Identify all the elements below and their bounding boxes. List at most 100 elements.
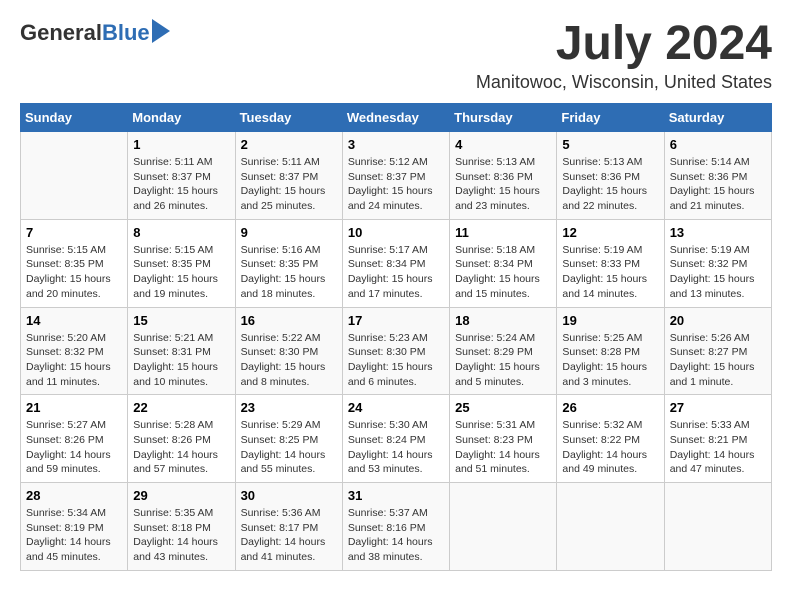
calendar-cell: 8Sunrise: 5:15 AMSunset: 8:35 PMDaylight… [128,219,235,307]
day-number: 11 [455,225,551,240]
calendar-week-row: 14 Sunrise: 5:20 AMSunset: 8:32 PMDayligh… [21,307,772,395]
day-info: Sunrise: 5:15 AMSunset: 8:35 PMDaylight:… [133,243,229,302]
day-info: Sunrise: 5:12 AMSunset: 8:37 PMDaylight:… [348,155,444,214]
day-info: Sunrise: 5:11 AMSunset: 8:37 PMDaylight:… [241,155,337,214]
calendar-cell: 9Sunrise: 5:16 AMSunset: 8:35 PMDaylight… [235,219,342,307]
day-info: Sunrise: 5:13 AMSunset: 8:36 PMDaylight:… [562,155,658,214]
calendar-cell: 4Sunrise: 5:13 AMSunset: 8:36 PMDaylight… [450,132,557,220]
calendar-cell: 2 Sunrise: 5:11 AMSunset: 8:37 PMDaylight… [235,132,342,220]
calendar-cell: 24Sunrise: 5:30 AMSunset: 8:24 PMDayligh… [342,395,449,483]
logo: General Blue [20,20,170,46]
logo-blue-text: Blue [102,20,150,46]
calendar-cell: 29 Sunrise: 5:35 AMSunset: 8:18 PMDayligh… [128,483,235,571]
day-info: Sunrise: 5:15 AMSunset: 8:35 PMDaylight:… [26,243,122,302]
calendar-cell: 10 Sunrise: 5:17 AMSunset: 8:34 PMDayligh… [342,219,449,307]
day-info: Sunrise: 5:21 AMSunset: 8:31 PMDaylight:… [133,331,229,390]
day-info: Sunrise: 5:36 AMSunset: 8:17 PMDaylight:… [241,506,337,565]
calendar-cell: 26 Sunrise: 5:32 AMSunset: 8:22 PMDayligh… [557,395,664,483]
day-number: 28 [26,488,122,503]
calendar-cell [450,483,557,571]
weekday-header-row: SundayMondayTuesdayWednesdayThursdayFrid… [21,104,772,132]
calendar-cell: 22 Sunrise: 5:28 AMSunset: 8:26 PMDayligh… [128,395,235,483]
weekday-header-monday: Monday [128,104,235,132]
day-info: Sunrise: 5:20 AMSunset: 8:32 PMDaylight:… [26,331,122,390]
weekday-header-sunday: Sunday [21,104,128,132]
calendar-cell: 25 Sunrise: 5:31 AMSunset: 8:23 PMDayligh… [450,395,557,483]
calendar-week-row: 7 Sunrise: 5:15 AMSunset: 8:35 PMDaylight… [21,219,772,307]
calendar-cell: 17Sunrise: 5:23 AMSunset: 8:30 PMDayligh… [342,307,449,395]
day-number: 20 [670,313,766,328]
day-number: 2 [241,137,337,152]
day-number: 29 [133,488,229,503]
day-number: 5 [562,137,658,152]
weekday-header-tuesday: Tuesday [235,104,342,132]
calendar-cell: 31 Sunrise: 5:37 AMSunset: 8:16 PMDayligh… [342,483,449,571]
day-number: 31 [348,488,444,503]
calendar-cell: 27 Sunrise: 5:33 AMSunset: 8:21 PMDayligh… [664,395,771,483]
day-info: Sunrise: 5:17 AMSunset: 8:34 PMDaylight:… [348,243,444,302]
day-number: 26 [562,400,658,415]
logo-general-text: General [20,20,102,46]
day-info: Sunrise: 5:14 AMSunset: 8:36 PMDaylight:… [670,155,766,214]
day-info: Sunrise: 5:25 AMSunset: 8:28 PMDaylight:… [562,331,658,390]
day-number: 14 [26,313,122,328]
calendar-cell: 3 Sunrise: 5:12 AMSunset: 8:37 PMDaylight… [342,132,449,220]
day-number: 30 [241,488,337,503]
day-info: Sunrise: 5:29 AMSunset: 8:25 PMDaylight:… [241,418,337,477]
month-title: July 2024 [476,20,772,68]
day-number: 15 [133,313,229,328]
calendar-cell: 11 Sunrise: 5:18 AMSunset: 8:34 PMDayligh… [450,219,557,307]
day-info: Sunrise: 5:18 AMSunset: 8:34 PMDaylight:… [455,243,551,302]
calendar-cell: 28Sunrise: 5:34 AMSunset: 8:19 PMDayligh… [21,483,128,571]
weekday-header-saturday: Saturday [664,104,771,132]
day-info: Sunrise: 5:19 AMSunset: 8:33 PMDaylight:… [562,243,658,302]
day-info: Sunrise: 5:16 AMSunset: 8:35 PMDaylight:… [241,243,337,302]
day-number: 12 [562,225,658,240]
calendar-cell [557,483,664,571]
day-info: Sunrise: 5:35 AMSunset: 8:18 PMDaylight:… [133,506,229,565]
day-info: Sunrise: 5:24 AMSunset: 8:29 PMDaylight:… [455,331,551,390]
calendar-week-row: 21Sunrise: 5:27 AMSunset: 8:26 PMDayligh… [21,395,772,483]
day-number: 13 [670,225,766,240]
day-info: Sunrise: 5:32 AMSunset: 8:22 PMDaylight:… [562,418,658,477]
calendar-cell [664,483,771,571]
day-number: 6 [670,137,766,152]
day-number: 10 [348,225,444,240]
calendar-cell: 15 Sunrise: 5:21 AMSunset: 8:31 PMDayligh… [128,307,235,395]
calendar-cell: 30 Sunrise: 5:36 AMSunset: 8:17 PMDayligh… [235,483,342,571]
day-info: Sunrise: 5:31 AMSunset: 8:23 PMDaylight:… [455,418,551,477]
calendar-cell: 13Sunrise: 5:19 AMSunset: 8:32 PMDayligh… [664,219,771,307]
weekday-header-friday: Friday [557,104,664,132]
day-info: Sunrise: 5:23 AMSunset: 8:30 PMDaylight:… [348,331,444,390]
calendar-cell: 19 Sunrise: 5:25 AMSunset: 8:28 PMDayligh… [557,307,664,395]
day-number: 3 [348,137,444,152]
calendar-cell: 21Sunrise: 5:27 AMSunset: 8:26 PMDayligh… [21,395,128,483]
day-info: Sunrise: 5:11 AMSunset: 8:37 PMDaylight:… [133,155,229,214]
day-info: Sunrise: 5:27 AMSunset: 8:26 PMDaylight:… [26,418,122,477]
calendar-week-row: 28Sunrise: 5:34 AMSunset: 8:19 PMDayligh… [21,483,772,571]
location-text: Manitowoc, Wisconsin, United States [476,72,772,93]
calendar-cell: 18 Sunrise: 5:24 AMSunset: 8:29 PMDayligh… [450,307,557,395]
day-info: Sunrise: 5:22 AMSunset: 8:30 PMDaylight:… [241,331,337,390]
day-number: 7 [26,225,122,240]
day-number: 22 [133,400,229,415]
calendar-cell: 6 Sunrise: 5:14 AMSunset: 8:36 PMDaylight… [664,132,771,220]
title-block: July 2024 Manitowoc, Wisconsin, United S… [476,20,772,93]
day-number: 16 [241,313,337,328]
day-info: Sunrise: 5:28 AMSunset: 8:26 PMDaylight:… [133,418,229,477]
page-header: General Blue July 2024 Manitowoc, Wiscon… [20,20,772,93]
day-info: Sunrise: 5:26 AMSunset: 8:27 PMDaylight:… [670,331,766,390]
calendar-week-row: 1 Sunrise: 5:11 AMSunset: 8:37 PMDaylight… [21,132,772,220]
day-number: 25 [455,400,551,415]
day-number: 1 [133,137,229,152]
calendar-cell: 7 Sunrise: 5:15 AMSunset: 8:35 PMDaylight… [21,219,128,307]
weekday-header-wednesday: Wednesday [342,104,449,132]
day-info: Sunrise: 5:37 AMSunset: 8:16 PMDaylight:… [348,506,444,565]
day-number: 27 [670,400,766,415]
day-number: 24 [348,400,444,415]
day-number: 19 [562,313,658,328]
day-number: 18 [455,313,551,328]
calendar-cell: 14 Sunrise: 5:20 AMSunset: 8:32 PMDayligh… [21,307,128,395]
day-number: 4 [455,137,551,152]
day-info: Sunrise: 5:33 AMSunset: 8:21 PMDaylight:… [670,418,766,477]
